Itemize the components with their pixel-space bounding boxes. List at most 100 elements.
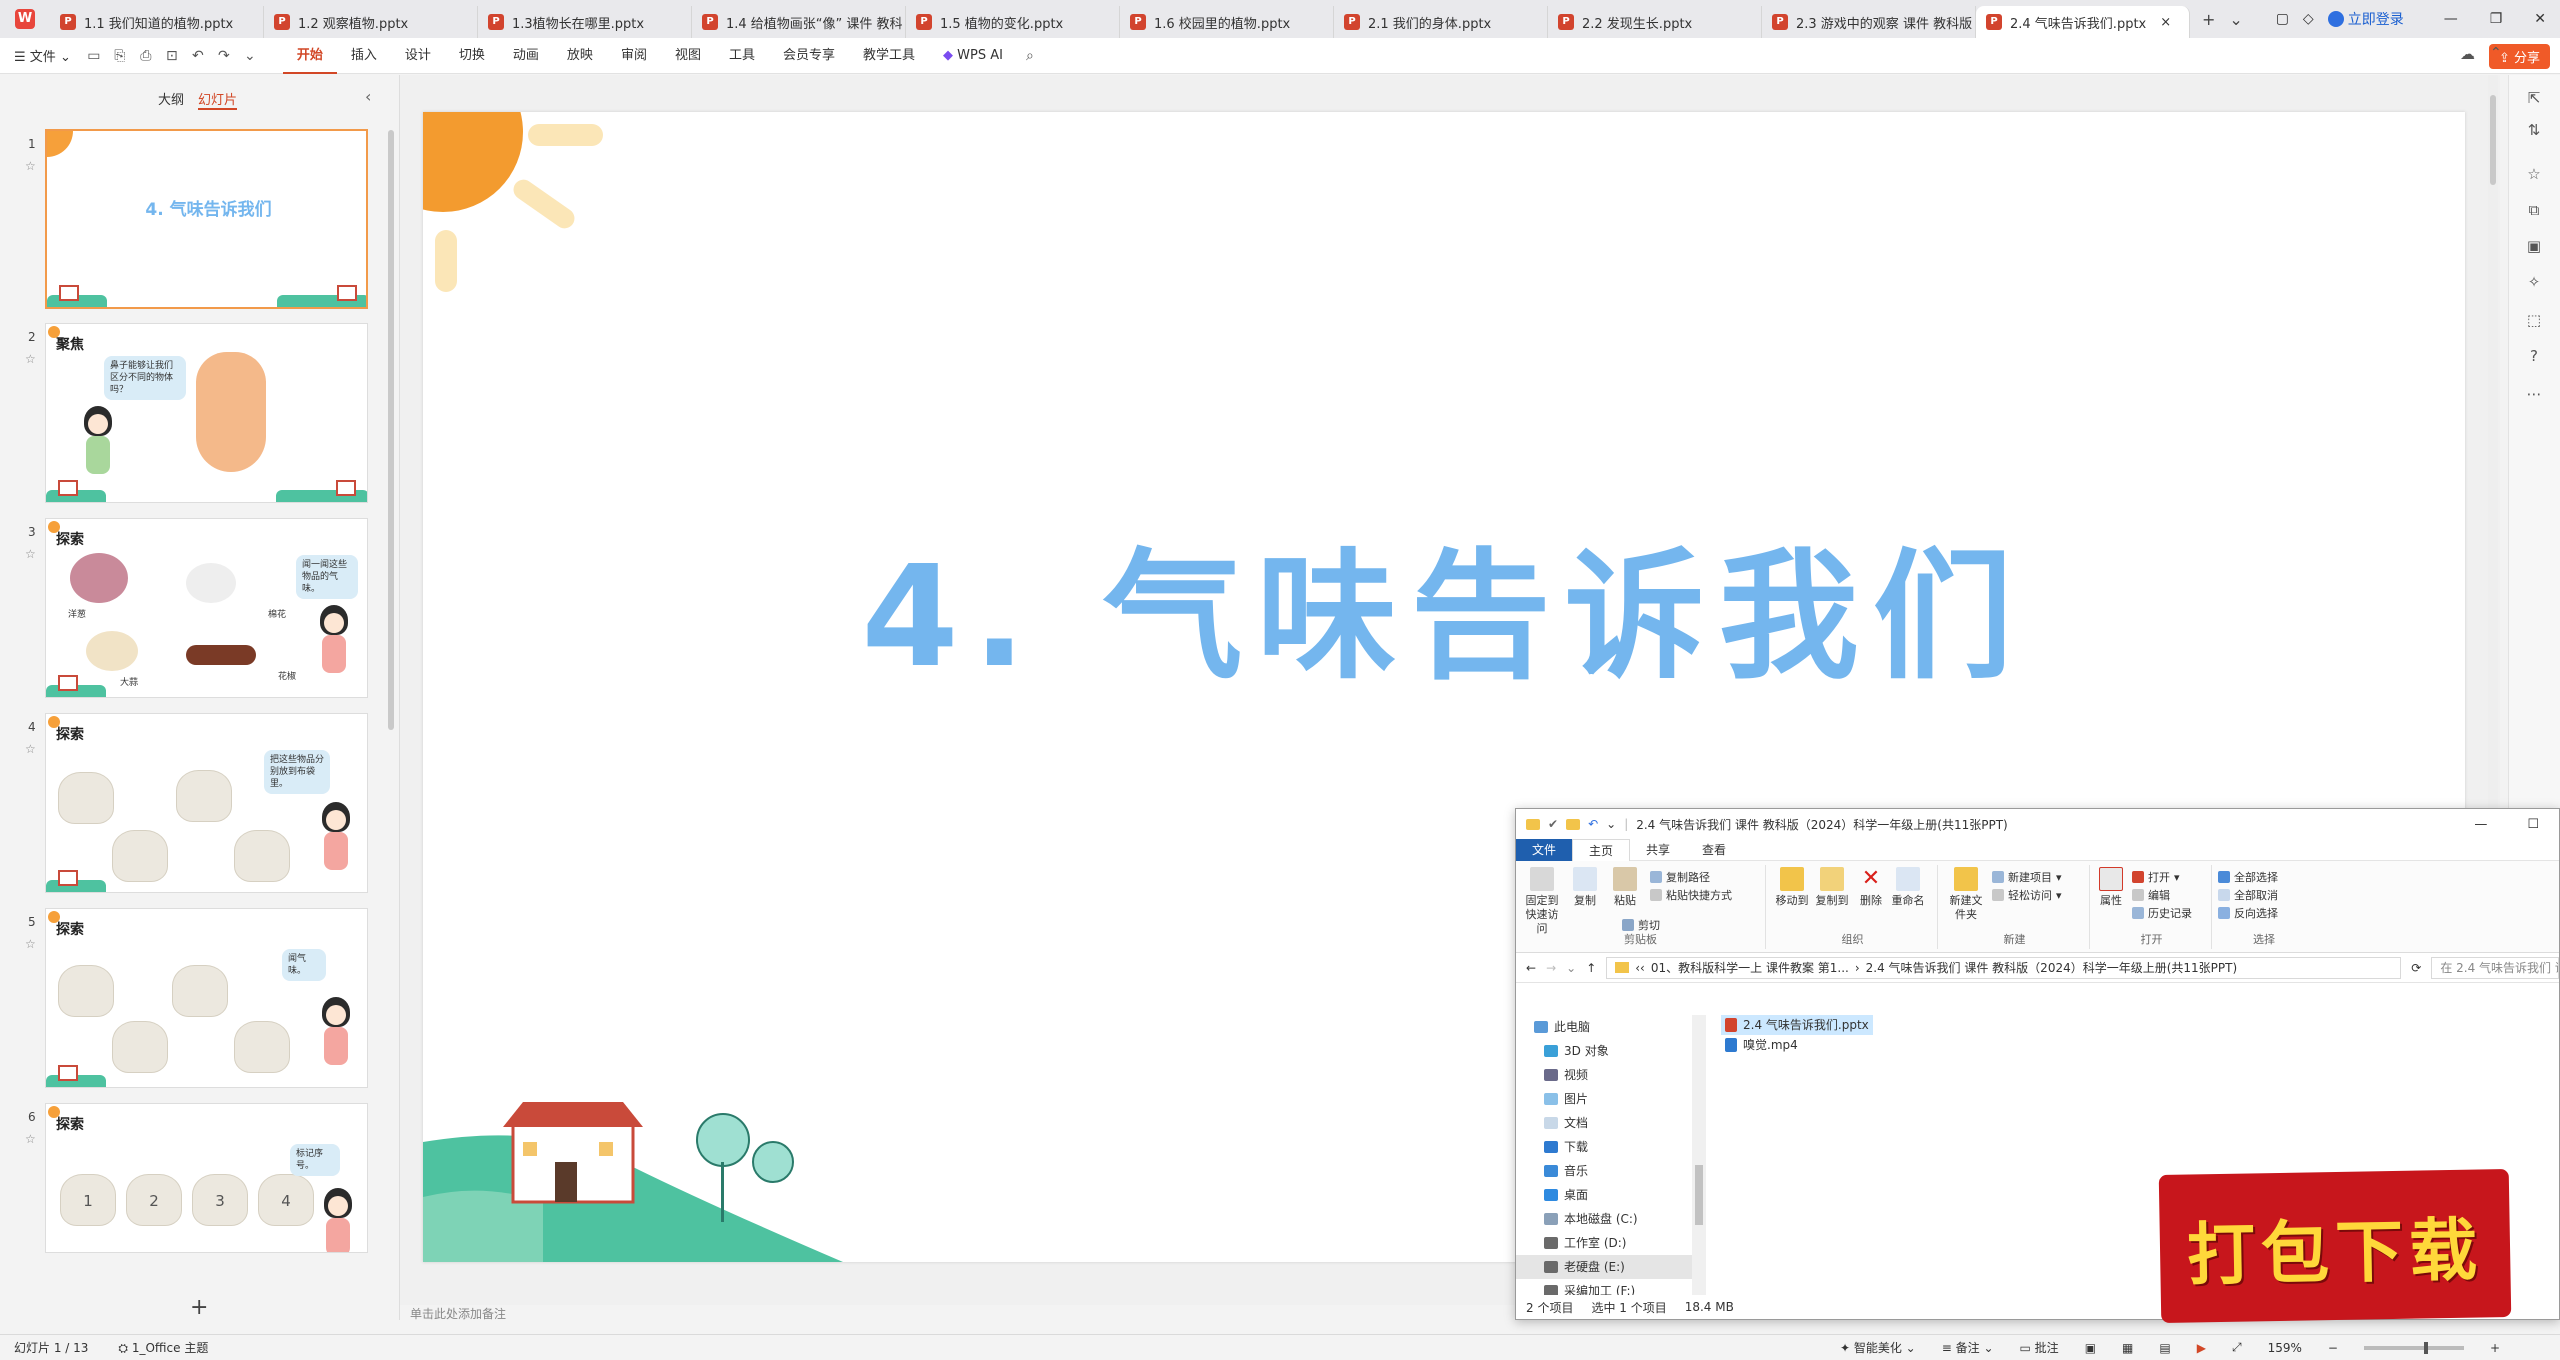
move-to-button[interactable]: 移动到 [1774, 867, 1810, 908]
ribbon-tab-home[interactable]: 开始 [282, 38, 337, 74]
star-icon[interactable]: ☆ [25, 937, 36, 951]
properties-button[interactable]: 属性 [2096, 867, 2126, 908]
download-promo-badge[interactable]: 打包下载 [2158, 1168, 2512, 1324]
nav-item-music[interactable]: 音乐 [1516, 1159, 1705, 1183]
new-folder-button[interactable]: 新建文件夹 [1946, 867, 1986, 922]
paste-shortcut-button[interactable]: 粘贴快捷方式 [1650, 887, 1732, 903]
nav-item-downloads[interactable]: 下载 [1516, 1135, 1705, 1159]
smart-beautify-button[interactable]: ✦ 智能美化 ⌄ [1840, 1339, 1916, 1356]
delete-button[interactable]: ✕ 删除 [1856, 867, 1886, 908]
wps-ai-button[interactable]: ◆ WPS AI [929, 38, 1017, 74]
doc-tab[interactable]: P 2.3 游戏中的观察 课件 教科版 [1762, 6, 1976, 38]
explorer-search-input[interactable]: 在 2.4 气味告诉我们 课件 教科版... [2431, 956, 2559, 979]
explorer-minimize-icon[interactable]: — [2474, 817, 2487, 832]
restore-icon[interactable]: ❐ [2490, 11, 2503, 27]
rail-more-icon[interactable]: ⋯ [2523, 385, 2545, 407]
explorer-maximize-icon[interactable]: ☐ [2527, 817, 2539, 832]
select-none-button[interactable]: 全部取消 [2218, 887, 2278, 903]
pin-quick-access-button[interactable]: 固定到快速访问 [1522, 867, 1562, 936]
rail-help-icon[interactable]: ? [2523, 347, 2545, 369]
star-icon[interactable]: ☆ [25, 742, 36, 756]
play-slideshow-icon[interactable]: ▶ [2197, 1341, 2206, 1355]
doc-tab[interactable]: P 1.2 观察植物.pptx [264, 6, 478, 38]
path-segment[interactable]: 2.4 气味告诉我们 课件 教科版（2024）科学一年级上册(共11张PPT) [1866, 959, 2238, 976]
nav-item-drive-e[interactable]: 老硬盘 (E:) [1516, 1255, 1705, 1279]
nav-item-videos[interactable]: 视频 [1516, 1063, 1705, 1087]
nav-item-documents[interactable]: 文档 [1516, 1111, 1705, 1135]
nav-item-pictures[interactable]: 图片 [1516, 1087, 1705, 1111]
open-button[interactable]: 打开 ▾ [2132, 869, 2180, 885]
file-item[interactable]: 嗅觉.mp4 [1721, 1035, 1873, 1055]
ribbon-collapse-icon[interactable]: ⌃ [2490, 45, 2502, 61]
nav-scrollbar[interactable] [1692, 1015, 1706, 1295]
slide-title[interactable]: 4. 气味告诉我们 [423, 504, 2465, 706]
up-arrow-icon[interactable]: ↑ [1586, 961, 1596, 975]
file-menu[interactable]: ☰ 文件 ⌄ [14, 46, 71, 65]
doc-tab[interactable]: P 2.1 我们的身体.pptx [1334, 6, 1548, 38]
rail-image-icon[interactable]: ▣ [2523, 237, 2545, 259]
ribbon-tab-review[interactable]: 审阅 [607, 38, 661, 74]
new-item-button[interactable]: 新建项目 ▾ [1992, 869, 2062, 885]
redo-icon[interactable]: ↷ [211, 48, 237, 64]
star-icon[interactable]: ☆ [25, 159, 36, 173]
forward-arrow-icon[interactable]: → [1546, 961, 1556, 975]
doc-tab[interactable]: P 1.1 我们知道的植物.pptx [50, 6, 264, 38]
fit-window-icon[interactable]: ⤢ [2232, 1340, 2242, 1355]
file-item[interactable]: 2.4 气味告诉我们.pptx [1721, 1015, 1873, 1035]
export-icon[interactable]: ⎘ [107, 48, 133, 64]
star-icon[interactable]: ☆ [25, 547, 36, 561]
doc-tab[interactable]: P 1.5 植物的变化.pptx [906, 6, 1120, 38]
rename-button[interactable]: 重命名 [1890, 867, 1926, 908]
nav-item-this-pc[interactable]: 此电脑 [1516, 1015, 1705, 1039]
paste-button[interactable]: 粘贴 [1608, 867, 1642, 908]
doc-tab[interactable]: P 1.4 给植物画张“像” 课件 教科 [692, 6, 906, 38]
explorer-tab-home[interactable]: 主页 [1572, 838, 1631, 861]
tab-list-chevron-icon[interactable]: ⌄ [2229, 10, 2242, 29]
address-path[interactable]: ‹‹ 01、教科版科学一上 课件教案 第1... › 2.4 气味告诉我们 课件… [1606, 956, 2402, 979]
nav-item-3d-objects[interactable]: 3D 对象 [1516, 1039, 1705, 1063]
rail-arrow-icon[interactable]: ⇱ [2523, 89, 2545, 111]
explorer-tab-view[interactable]: 查看 [1686, 839, 1742, 861]
ribbon-tab-design[interactable]: 设计 [391, 38, 445, 74]
undo-icon[interactable]: ↶ [1588, 817, 1598, 831]
rail-star-icon[interactable]: ☆ [2523, 165, 2545, 187]
collapse-panel-icon[interactable]: ‹ [365, 87, 371, 106]
ribbon-tab-transition[interactable]: 切换 [445, 38, 499, 74]
edit-button[interactable]: 编辑 [2132, 887, 2170, 903]
easy-access-button[interactable]: 轻松访问 ▾ [1992, 887, 2062, 903]
qat-chevron-icon[interactable]: ⌄ [1606, 817, 1616, 831]
undo-icon[interactable]: ↶ [185, 48, 211, 64]
ribbon-tab-slideshow[interactable]: 放映 [553, 38, 607, 74]
refresh-icon[interactable]: ⟳ [2411, 961, 2421, 975]
slide-thumbnail[interactable]: 探索 把这些物品分别放到布袋里。 [45, 713, 368, 893]
more-chevron-icon[interactable]: ⌄ [237, 48, 263, 64]
rail-adjust-icon[interactable]: ⇅ [2523, 121, 2545, 143]
invert-selection-button[interactable]: 反向选择 [2218, 905, 2278, 921]
search-icon[interactable]: ⌕ [1017, 48, 1043, 64]
tile-icon[interactable]: ▢ [2276, 11, 2289, 27]
print-icon[interactable]: ⎙ [133, 48, 159, 64]
recent-chevron-icon[interactable]: ⌄ [1566, 961, 1576, 975]
login-button[interactable]: 立即登录 [2327, 9, 2404, 29]
zoom-out-icon[interactable]: − [2328, 1341, 2338, 1355]
slide-thumbnail[interactable]: 探索 闻气味。 [45, 908, 368, 1088]
new-tab-icon[interactable]: + [2202, 10, 2215, 29]
ribbon-tab-teaching[interactable]: 教学工具 [849, 38, 929, 74]
save-icon[interactable]: ▭ [81, 48, 107, 64]
zoom-in-icon[interactable]: + [2490, 1341, 2500, 1355]
slide-thumbnail[interactable]: 4. 气味告诉我们 [45, 129, 368, 309]
doc-tab[interactable]: P 1.6 校园里的植物.pptx [1120, 6, 1334, 38]
star-icon[interactable]: ☆ [25, 352, 36, 366]
back-arrow-icon[interactable]: ← [1526, 961, 1536, 975]
doc-tab[interactable]: P 1.3植物长在哪里.pptx [478, 6, 692, 38]
zoom-thumb[interactable] [2423, 1341, 2428, 1354]
nav-item-drive-f[interactable]: 采编加工 (F:) [1516, 1279, 1705, 1295]
copy-button[interactable]: 复制 [1568, 867, 1602, 908]
slides-tab[interactable]: 幻灯片 [198, 89, 238, 110]
reading-view-icon[interactable]: ▤ [2159, 1341, 2170, 1355]
outline-tab[interactable]: 大纲 [158, 89, 184, 110]
history-button[interactable]: 历史记录 [2132, 905, 2192, 921]
quick-access-icon[interactable]: ✔ [1548, 817, 1558, 831]
copy-path-button[interactable]: 复制路径 [1650, 869, 1710, 885]
add-slide-button[interactable]: + [190, 1295, 208, 1320]
